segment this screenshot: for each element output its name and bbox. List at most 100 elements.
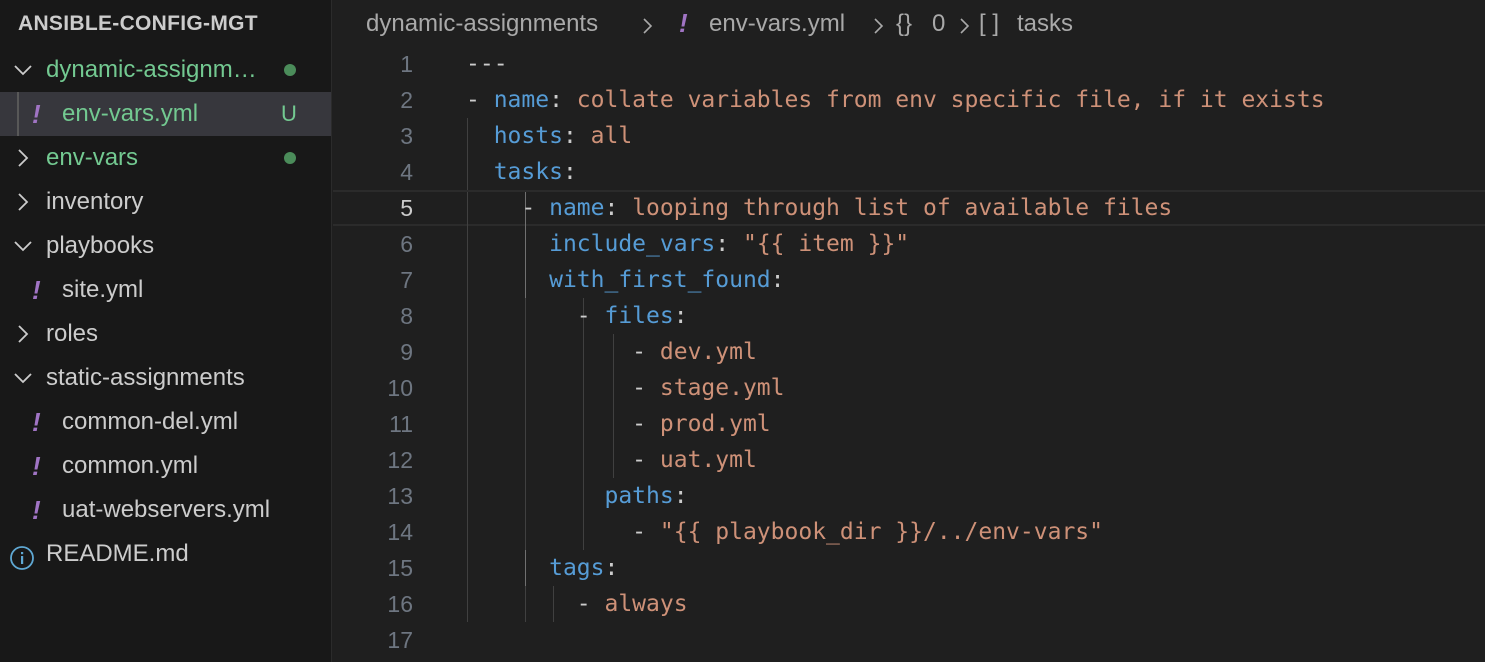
tree-file-readme-md[interactable]: README.md [0, 532, 331, 576]
yaml-value: dev.yml [659, 339, 757, 365]
tree-file-env-vars-yml[interactable]: ! env-vars.yml U [0, 92, 331, 136]
chevron-right-icon [12, 312, 36, 356]
breadcrumb: dynamic-assignments ! env-vars.yml {} 0 … [333, 0, 1485, 48]
yaml-value: all [590, 123, 633, 149]
yaml-punctuation [466, 123, 494, 149]
line-text: hosts: all [466, 118, 633, 154]
line-number: 8 [400, 303, 413, 329]
code-line[interactable]: 7 with_first_found: [333, 262, 1485, 298]
yaml-punctuation: - [466, 519, 660, 545]
yaml-key: include_vars [549, 231, 716, 257]
yaml-file-icon: ! [32, 99, 41, 129]
yaml-punctuation: : [562, 123, 591, 149]
yaml-file-icon: ! [32, 407, 41, 437]
code-line[interactable]: 6 include_vars: "{{ item }}" [333, 226, 1485, 262]
code-line[interactable]: 5 - name: looping through list of availa… [333, 190, 1485, 228]
line-text: - name: looping through list of availabl… [466, 192, 1172, 224]
line-number: 4 [400, 159, 413, 185]
chevron-right-icon [12, 180, 36, 224]
tree-folder-inventory[interactable]: inventory [0, 180, 331, 224]
yaml-punctuation: - [466, 339, 660, 365]
line-text: --- [466, 46, 508, 82]
yaml-punctuation: - [466, 303, 605, 329]
tree-file-common-yml[interactable]: ! common.yml [0, 444, 331, 488]
line-number: 16 [387, 591, 413, 617]
yaml-value: always [604, 591, 688, 617]
line-text: - uat.yml [466, 442, 757, 478]
yaml-key: name [493, 87, 550, 113]
line-number: 14 [387, 519, 413, 545]
tree-folder-roles[interactable]: roles [0, 312, 331, 356]
yaml-punctuation: - [466, 375, 660, 401]
tree-folder-env-vars[interactable]: env-vars [0, 136, 331, 180]
yaml-punctuation: : [549, 87, 577, 113]
code-line[interactable]: 9 - dev.yml [333, 334, 1485, 370]
line-number: 5 [400, 195, 413, 221]
tree-file-common-del-yml[interactable]: ! common-del.yml [0, 400, 331, 444]
chevron-down-icon [12, 48, 36, 92]
code-line[interactable]: 8 - files: [333, 298, 1485, 334]
tree-item-label: common.yml [62, 452, 199, 479]
tree-file-site-yml[interactable]: ! site.yml [0, 268, 331, 312]
code-line[interactable]: 12 - uat.yml [333, 442, 1485, 478]
code-line[interactable]: 13 paths: [333, 478, 1485, 514]
yaml-punctuation: : [604, 195, 633, 221]
chevron-right-icon [958, 15, 972, 43]
yaml-punctuation: : [715, 231, 743, 257]
chevron-right-icon [12, 136, 36, 180]
tree-item-label: roles [46, 320, 99, 347]
breadcrumb-folder[interactable]: dynamic-assignments [366, 10, 598, 38]
line-text: include_vars: "{{ item }}" [466, 226, 909, 262]
breadcrumb-array[interactable]: tasks [1017, 10, 1073, 38]
yaml-punctuation: : [673, 303, 688, 329]
code-area[interactable]: 1 --- 2- name: collate variables from env … [333, 46, 1485, 658]
line-number: 13 [387, 483, 413, 509]
modified-dot-icon [284, 64, 296, 76]
line-number: 2 [400, 87, 413, 113]
line-text: - stage.yml [466, 370, 785, 406]
line-number: 3 [400, 123, 413, 149]
yaml-punctuation: : [673, 483, 688, 509]
code-line[interactable]: 1 --- [333, 46, 1485, 82]
line-number: 6 [400, 231, 413, 257]
yaml-value: "{{ item }}" [742, 231, 910, 257]
array-brackets-icon: [ ] [979, 10, 1000, 37]
tree-item-label: env-vars [46, 144, 139, 171]
tree-folder-playbooks[interactable]: playbooks [0, 224, 331, 268]
code-line[interactable]: 15 tags: [333, 550, 1485, 586]
code-line[interactable]: 16 - always [333, 586, 1485, 622]
yaml-punctuation [466, 267, 549, 293]
yaml-punctuation [466, 231, 549, 257]
code-line[interactable]: 4 tasks: [333, 154, 1485, 190]
tree-folder-static-assignments[interactable]: static-assignments [0, 356, 331, 400]
yaml-punctuation: : [562, 159, 577, 185]
code-editor[interactable]: dynamic-assignments ! env-vars.yml {} 0 … [333, 0, 1485, 662]
code-line[interactable]: 2 - name: collate variables from env spec… [333, 82, 1485, 118]
line-number: 9 [400, 339, 413, 365]
yaml-value: stage.yml [659, 375, 785, 401]
code-line[interactable]: 10 - stage.yml [333, 370, 1485, 406]
code-line[interactable]: 14 - "{{ playbook_dir }}/../env-vars" [333, 514, 1485, 550]
yaml-punctuation: - [466, 195, 550, 221]
breadcrumb-file[interactable]: env-vars.yml [709, 10, 845, 38]
line-text: with_first_found: [466, 262, 785, 298]
yaml-key: paths [604, 483, 674, 509]
explorer-title[interactable]: ANSIBLE-CONFIG-MGT [0, 0, 331, 48]
breadcrumb-object[interactable]: 0 [932, 10, 945, 38]
line-number: 10 [387, 375, 413, 401]
tree-folder-dynamic-assignments[interactable]: dynamic-assignments [0, 48, 331, 92]
yaml-key: tasks [493, 159, 563, 185]
code-line[interactable]: 17 [333, 622, 1485, 658]
tree-item-label: site.yml [62, 276, 144, 303]
tree-file-uat-webservers-yml[interactable]: ! uat-webservers.yml [0, 488, 331, 532]
yaml-key: files [604, 303, 674, 329]
code-line[interactable]: 11 - prod.yml [333, 406, 1485, 442]
untracked-badge: U [281, 101, 297, 126]
yaml-key: tags [549, 555, 605, 581]
yaml-punctuation: --- [466, 51, 508, 77]
code-line[interactable]: 3 hosts: all [333, 118, 1485, 154]
yaml-punctuation: : [770, 267, 785, 293]
yaml-punctuation: - [466, 87, 494, 113]
line-number: 1 [400, 51, 413, 77]
yaml-punctuation: - [466, 411, 660, 437]
